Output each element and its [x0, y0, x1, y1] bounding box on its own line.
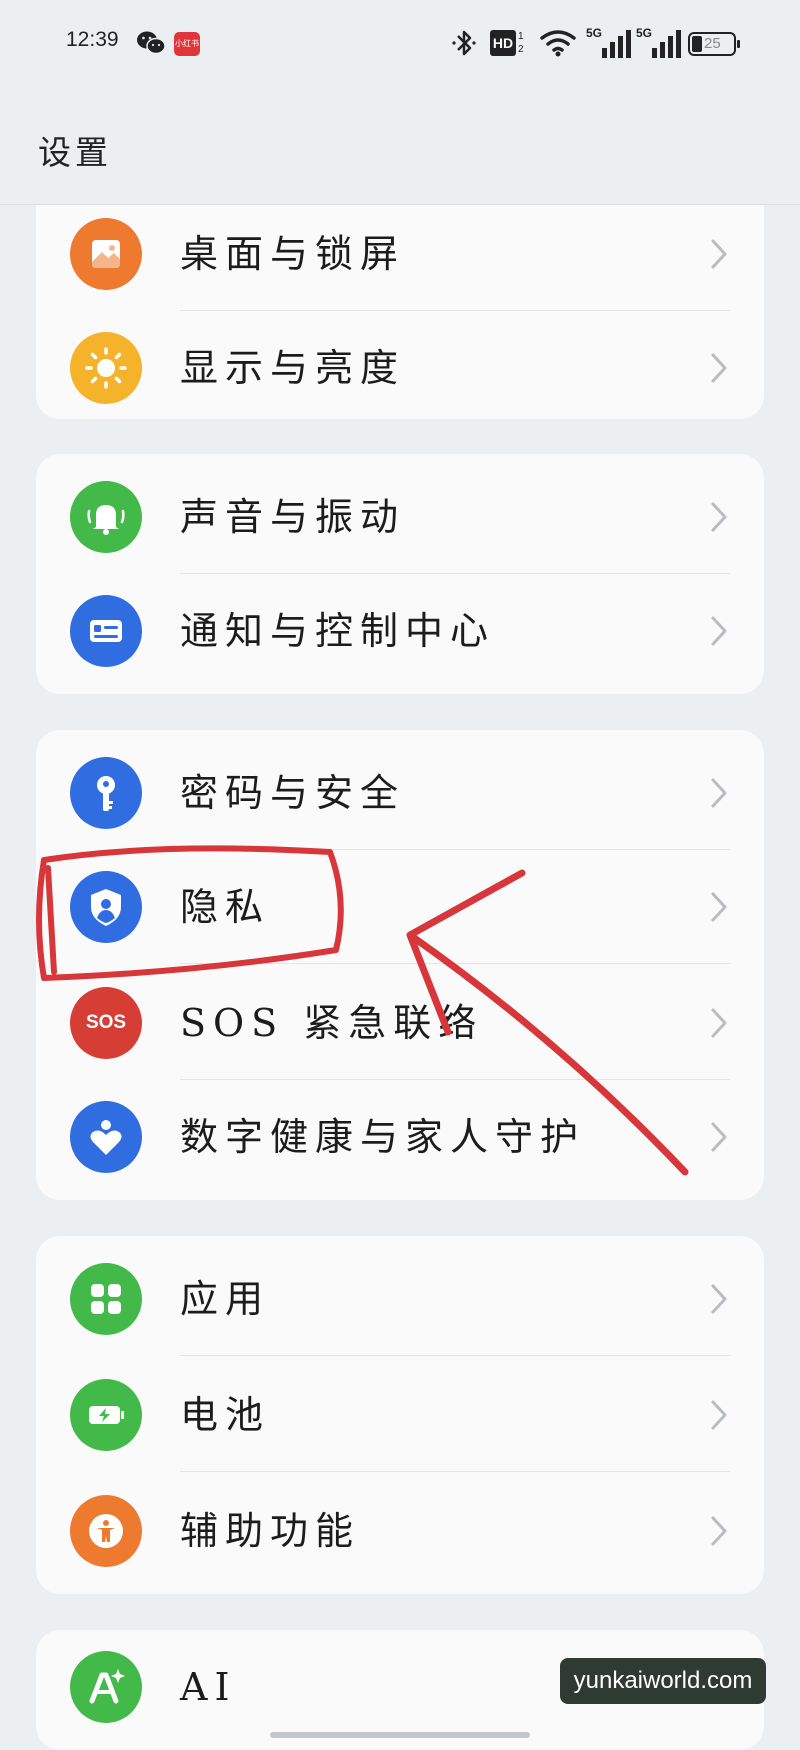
- divider: [180, 963, 730, 964]
- signal-icon-2: 5G: [636, 26, 686, 58]
- xiaohongshu-icon: 小红书: [174, 32, 200, 56]
- privacy-shield-icon: [70, 871, 142, 943]
- chevron-right-icon: [711, 1008, 727, 1038]
- apps-icon: [70, 1263, 142, 1335]
- chevron-right-icon: [711, 239, 727, 269]
- settings-item-desktop-lockscreen[interactable]: 桌面与锁屏: [36, 205, 764, 311]
- chevron-right-icon: [711, 892, 727, 922]
- settings-item-display-brightness[interactable]: 显示与亮度: [36, 311, 764, 419]
- settings-item-label: 数字健康与家人守护: [180, 1115, 586, 1159]
- settings-item-label: 辅助功能: [180, 1509, 361, 1553]
- chevron-right-icon: [711, 1400, 727, 1430]
- key-icon: [70, 757, 142, 829]
- settings-item-label: 显示与亮度: [180, 346, 406, 390]
- wallpaper-icon: [70, 218, 142, 290]
- hd-sub-label: 1 2: [518, 31, 524, 55]
- heart-icon: [70, 1101, 142, 1173]
- settings-item-password-security[interactable]: 密码与安全: [36, 736, 764, 850]
- divider: [180, 1471, 730, 1472]
- settings-item-label: SOS 紧急联络: [180, 1001, 484, 1045]
- chevron-right-icon: [711, 353, 727, 383]
- chevron-right-icon: [711, 502, 727, 532]
- settings-item-sound-vibration[interactable]: 声音与振动: [36, 460, 764, 574]
- settings-item-accessibility[interactable]: 辅助功能: [36, 1474, 764, 1588]
- chevron-right-icon: [711, 1122, 727, 1152]
- settings-group-security: 密码与安全 隐私 SOS SOS 紧急联络 数字健康与家人守护: [36, 730, 764, 1200]
- hd-label: HD: [490, 30, 516, 56]
- home-indicator: [270, 1732, 530, 1738]
- settings-item-label: 隐私: [180, 885, 271, 929]
- settings-item-label: 密码与安全: [180, 771, 406, 815]
- hd-voice-icon: HD 1 2: [490, 30, 528, 56]
- bluetooth-icon: [452, 30, 476, 56]
- settings-item-label: 桌面与锁屏: [180, 232, 406, 276]
- settings-item-label: 电池: [180, 1393, 271, 1437]
- settings-item-label: 应用: [180, 1277, 271, 1321]
- watermark: yunkaiworld.com: [560, 1658, 766, 1704]
- sos-icon: SOS: [70, 987, 142, 1059]
- wechat-icon: [137, 31, 166, 55]
- sos-icon-text: SOS: [85, 1012, 127, 1033]
- app-bar: 设置: [0, 90, 800, 205]
- ai-icon: [70, 1651, 142, 1723]
- chevron-right-icon: [711, 1284, 727, 1314]
- settings-item-notification-control[interactable]: 通知与控制中心: [36, 574, 764, 688]
- battery-icon: [70, 1379, 142, 1451]
- settings-item-label: AI: [180, 1665, 237, 1709]
- notification-icon: [70, 595, 142, 667]
- settings-group-apps: 应用 电池 辅助功能: [36, 1236, 764, 1594]
- settings-item-privacy[interactable]: 隐私: [36, 850, 764, 964]
- settings-item-digital-wellbeing[interactable]: 数字健康与家人守护: [36, 1080, 764, 1194]
- page-title: 设置: [38, 133, 112, 172]
- status-time: 12:39: [66, 28, 119, 51]
- settings-group-display: 桌面与锁屏 显示与亮度: [36, 205, 764, 419]
- settings-item-label: 通知与控制中心: [180, 609, 496, 653]
- settings-item-sos-emergency[interactable]: SOS SOS 紧急联络: [36, 966, 764, 1080]
- settings-item-apps[interactable]: 应用: [36, 1242, 764, 1356]
- status-bar: 12:39 小红书 HD 1 2 5G 5G 25: [0, 0, 800, 90]
- settings-item-label: 声音与振动: [180, 495, 406, 539]
- divider: [180, 1355, 730, 1356]
- signal-icon-1: 5G: [586, 26, 636, 58]
- bell-icon: [70, 481, 142, 553]
- sun-icon: [70, 332, 142, 404]
- chevron-right-icon: [711, 778, 727, 808]
- battery-status-icon: 25: [688, 32, 740, 56]
- battery-level: 25: [704, 35, 721, 52]
- wifi-icon: [540, 30, 576, 57]
- accessibility-icon: [70, 1495, 142, 1567]
- settings-item-battery[interactable]: 电池: [36, 1358, 764, 1472]
- chevron-right-icon: [711, 616, 727, 646]
- settings-group-sound-notification: 声音与振动 通知与控制中心: [36, 454, 764, 694]
- chevron-right-icon: [711, 1516, 727, 1546]
